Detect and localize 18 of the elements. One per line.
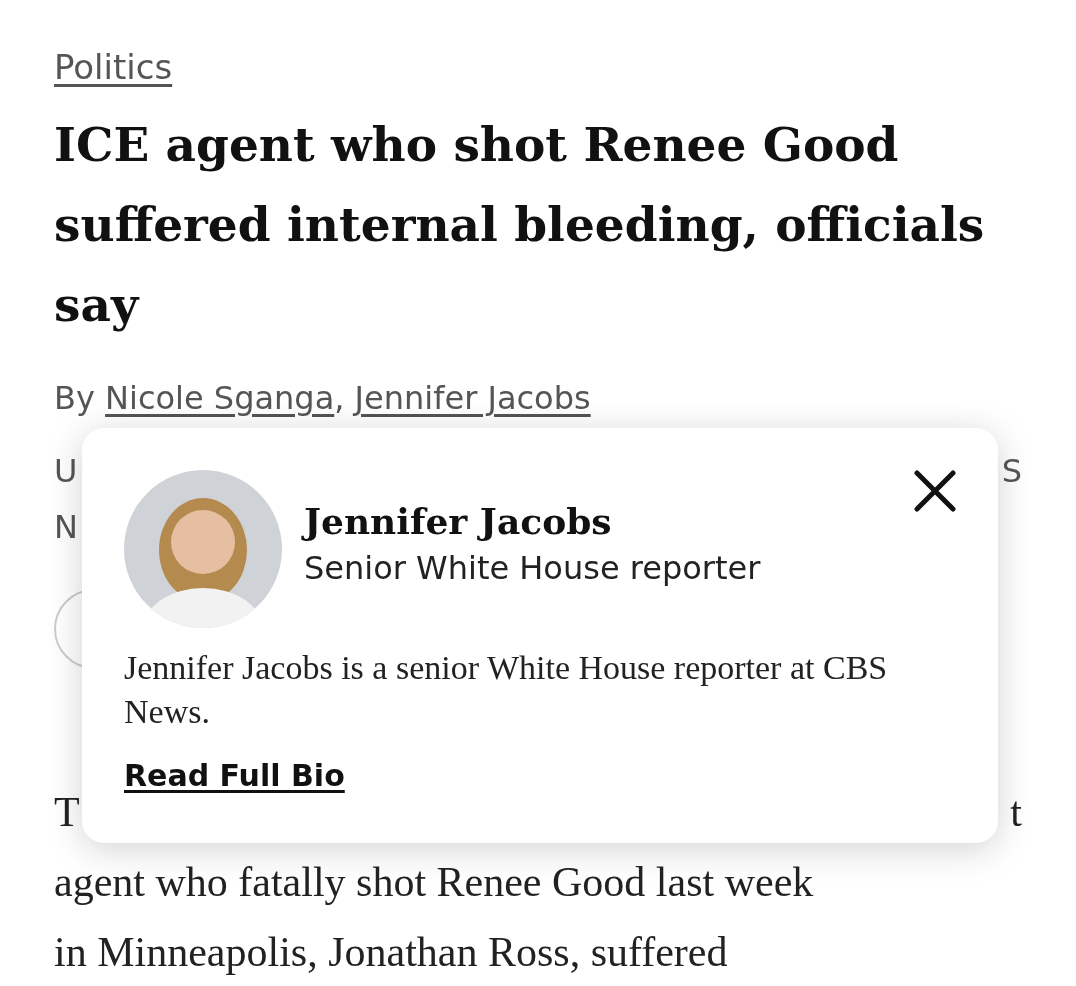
read-bio-link[interactable]: Read Full Bio [124, 756, 345, 796]
author-bio: Jennifer Jacobs is a senior White House reporter at CBS News. [124, 648, 889, 732]
covered-text: t [1010, 788, 1022, 837]
close-icon [912, 468, 958, 514]
covered-text: T [54, 788, 80, 837]
byline-prefix: By [54, 378, 96, 419]
author-link[interactable]: Nicole Sganga [105, 375, 335, 421]
headline: ICE agent who shot Renee Good suffered internal bleeding, officials say [54, 116, 986, 334]
author-link[interactable]: Jennifer Jacobs [354, 375, 591, 421]
section-link[interactable]: Politics [54, 45, 173, 89]
covered-text: S [1001, 451, 1022, 492]
close-button[interactable] [912, 468, 958, 514]
article-text: agent who fatally shot Renee Good last week [54, 858, 814, 907]
article-text: in Minneapolis, Jonathan Ross, suffered [54, 928, 728, 977]
author-role: Senior White House reporter [304, 548, 761, 589]
covered-text: U [54, 451, 78, 492]
covered-text: N [54, 507, 78, 548]
byline-separator: , [334, 378, 346, 419]
